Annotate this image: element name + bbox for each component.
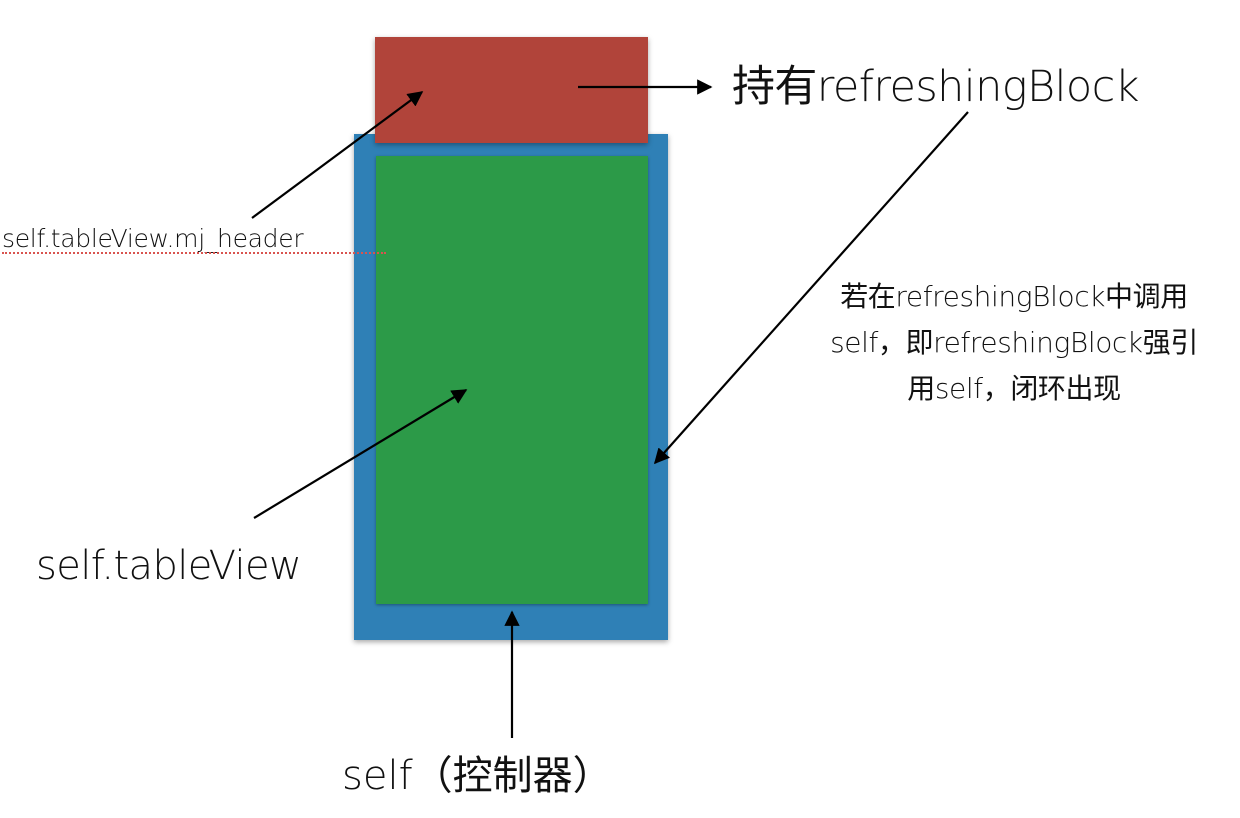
diagram-canvas: self.tableView.mj_header 持有refreshingBlo… bbox=[0, 0, 1240, 818]
controller-label: self（控制器） bbox=[342, 753, 613, 799]
holds-block-label: 持有refreshingBlock bbox=[732, 62, 1140, 112]
spellcheck-underline bbox=[2, 252, 386, 254]
table-view-label: self.tableView bbox=[36, 543, 302, 589]
mj-header-label: self.tableView.mj_header bbox=[2, 224, 304, 253]
table-view-box bbox=[376, 156, 648, 604]
retain-cycle-note-line: 用self，闭环出现 bbox=[907, 372, 1121, 405]
retain-cycle-note-line: self，即refreshingBlock强引 bbox=[830, 326, 1198, 359]
retain-cycle-note: 若在refreshingBlock中调用 self，即refreshingBlo… bbox=[790, 274, 1238, 412]
mj-header-box bbox=[375, 37, 648, 143]
retain-cycle-note-line: 若在refreshingBlock中调用 bbox=[840, 280, 1188, 313]
